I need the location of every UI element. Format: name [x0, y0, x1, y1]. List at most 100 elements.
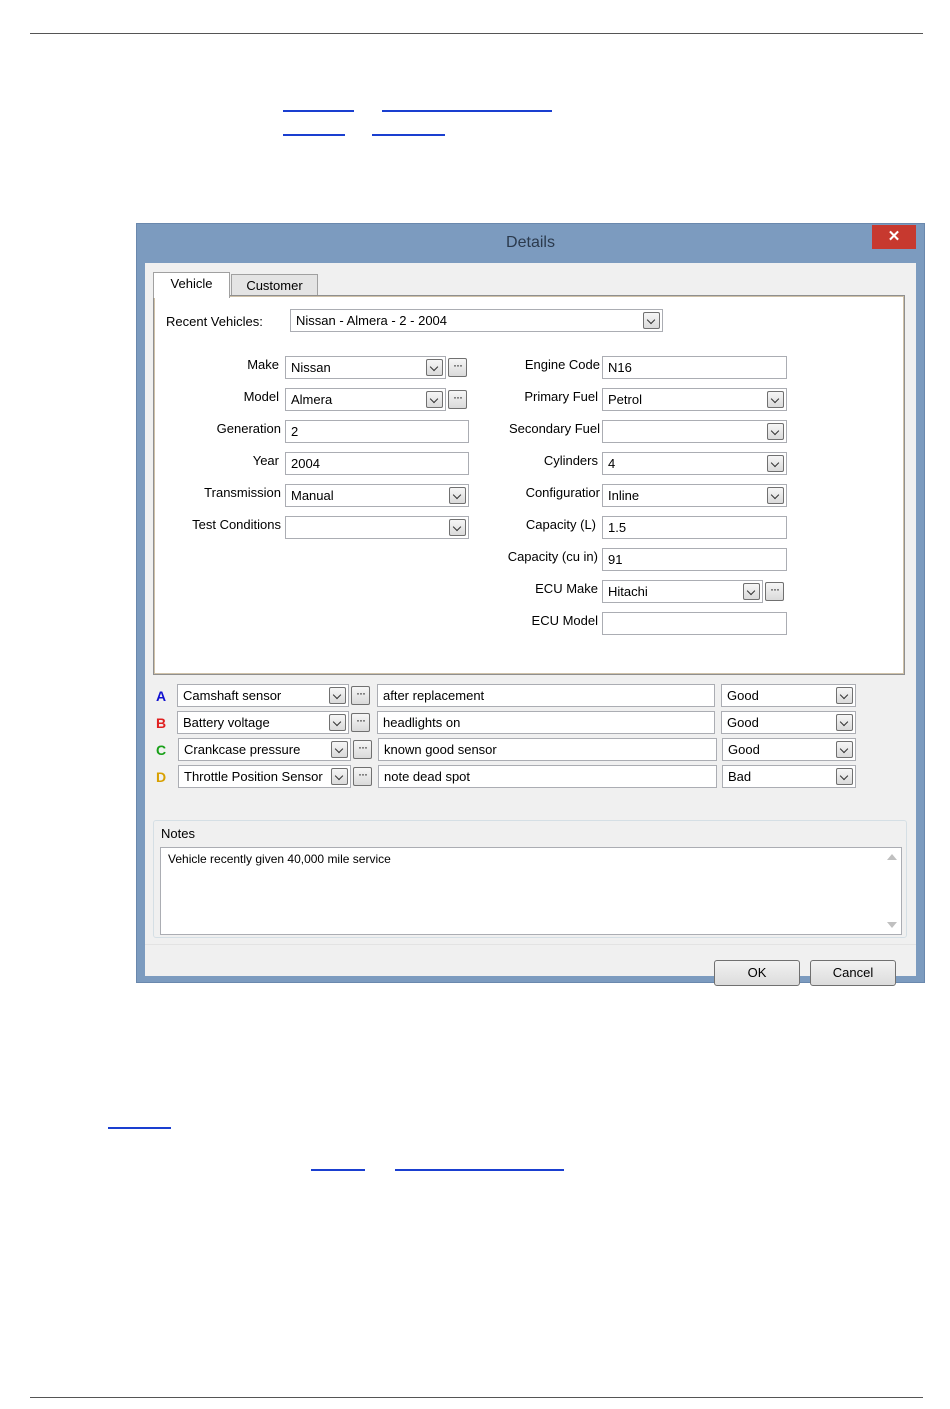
configuration-select[interactable]: Inline — [602, 484, 787, 507]
engine-code-input[interactable]: N16 — [602, 356, 787, 379]
make-select[interactable]: Nissan — [285, 356, 446, 379]
scroll-up-icon[interactable] — [887, 854, 897, 860]
hyperlink[interactable] — [382, 110, 552, 112]
notes-group: Notes Vehicle recently given 40,000 mile… — [153, 820, 907, 938]
status-select[interactable]: Bad — [722, 765, 856, 788]
chevron-down-icon[interactable] — [836, 741, 853, 758]
chevron-down-icon[interactable] — [331, 741, 348, 758]
channel-note-input[interactable]: note dead spot — [378, 765, 717, 788]
channel-note-input[interactable]: known good sensor — [378, 738, 717, 761]
tab-label: Customer — [246, 278, 303, 293]
probe-more-button[interactable]: ··· — [351, 686, 370, 705]
chevron-down-icon[interactable] — [331, 768, 348, 785]
scroll-down-icon[interactable] — [887, 922, 897, 928]
status-value: Good — [727, 688, 759, 703]
generation-label: Generation — [216, 421, 281, 436]
chevron-down-icon[interactable] — [329, 714, 346, 731]
chevron-down-icon[interactable] — [643, 312, 660, 329]
ecu-make-more-button[interactable]: ··· — [765, 582, 784, 601]
recent-vehicles-label: Recent Vehicles: — [166, 314, 263, 329]
chevron-down-icon[interactable] — [767, 487, 784, 504]
dialog-client: Vehicle Customer Recent Vehicles: Nissan… — [145, 263, 916, 986]
channel-letter: D — [156, 769, 167, 785]
transmission-select[interactable]: Manual — [285, 484, 469, 507]
hyperlink[interactable] — [372, 134, 445, 136]
chevron-down-icon[interactable] — [836, 768, 853, 785]
close-button[interactable]: ✕ — [872, 225, 916, 249]
channel-letter: A — [156, 688, 167, 704]
status-value: Good — [727, 715, 759, 730]
capacity-cu-in-input[interactable]: 91 — [602, 548, 787, 571]
tab-vehicle[interactable]: Vehicle — [153, 272, 230, 298]
probe-select[interactable]: Crankcase pressure — [178, 738, 351, 761]
chevron-down-icon[interactable] — [836, 714, 853, 731]
chevron-down-icon[interactable] — [836, 687, 853, 704]
notes-text: Vehicle recently given 40,000 mile servi… — [168, 852, 391, 866]
primary-fuel-value: Petrol — [608, 392, 642, 407]
channel-note-input[interactable]: after replacement — [377, 684, 715, 707]
hyperlink[interactable] — [311, 1169, 365, 1171]
channel-note-input[interactable]: headlights on — [377, 711, 715, 734]
test-conditions-select[interactable] — [285, 516, 469, 539]
probe-value: Crankcase pressure — [184, 742, 301, 757]
ok-button[interactable]: OK — [714, 960, 800, 986]
cylinders-select[interactable]: 4 — [602, 452, 787, 475]
chevron-down-icon[interactable] — [767, 455, 784, 472]
chevron-down-icon[interactable] — [767, 391, 784, 408]
chevron-down-icon[interactable] — [426, 359, 443, 376]
configuration-value: Inline — [608, 488, 640, 503]
capacity-cu-in-label: Capacity (cu in) — [507, 549, 598, 564]
chevron-down-icon[interactable] — [426, 391, 443, 408]
page-bottom-rule — [30, 1397, 923, 1398]
cylinders-value: 4 — [608, 456, 616, 471]
model-label: Model — [243, 389, 279, 404]
transmission-label: Transmission — [204, 485, 281, 500]
probe-select[interactable]: Battery voltage — [177, 711, 349, 734]
details-dialog: Details ✕ Vehicle Customer Recent Vehicl… — [136, 223, 925, 986]
year-label: Year — [252, 453, 279, 468]
recent-vehicles-select[interactable]: Nissan - Almera - 2 - 2004 — [290, 309, 663, 332]
status-value: Good — [728, 742, 760, 757]
transmission-value: Manual — [291, 488, 334, 503]
probe-more-button[interactable]: ··· — [353, 740, 372, 759]
probe-more-button[interactable]: ··· — [353, 767, 372, 786]
secondary-fuel-select[interactable] — [602, 420, 787, 443]
status-select[interactable]: Good — [721, 684, 856, 707]
probe-select[interactable]: Camshaft sensor — [177, 684, 349, 707]
chevron-down-icon[interactable] — [329, 687, 346, 704]
dialog-title: Details — [506, 234, 555, 251]
chevron-down-icon[interactable] — [743, 583, 760, 600]
channel-letter: B — [156, 715, 167, 731]
model-select[interactable]: Almera — [285, 388, 446, 411]
engine-code-label: Engine Code — [524, 357, 600, 372]
ecu-model-label: ECU Model — [531, 613, 598, 628]
generation-input[interactable]: 2 — [285, 420, 469, 443]
capacity-l-input[interactable]: 1.5 — [602, 516, 787, 539]
notes-scrollbar[interactable] — [884, 848, 901, 934]
ecu-model-input[interactable] — [602, 612, 787, 635]
notes-textarea[interactable]: Vehicle recently given 40,000 mile servi… — [160, 847, 902, 935]
year-input[interactable]: 2004 — [285, 452, 469, 475]
hyperlink[interactable] — [108, 1127, 171, 1129]
hyperlink[interactable] — [283, 110, 354, 112]
status-select[interactable]: Good — [721, 711, 856, 734]
primary-fuel-select[interactable]: Petrol — [602, 388, 787, 411]
cylinders-label: Cylinders — [543, 453, 598, 468]
ecu-make-select[interactable]: Hitachi — [602, 580, 763, 603]
probe-select[interactable]: Throttle Position Sensor — [178, 765, 351, 788]
hyperlink[interactable] — [283, 134, 345, 136]
recent-vehicles-value: Nissan - Almera - 2 - 2004 — [296, 313, 448, 328]
status-value: Bad — [728, 769, 752, 784]
vehicle-tab-panel: Recent Vehicles: Nissan - Almera - 2 - 2… — [153, 295, 905, 675]
probe-more-button[interactable]: ··· — [351, 713, 370, 732]
channel-letter: C — [156, 742, 167, 758]
probe-value: Camshaft sensor — [183, 688, 282, 703]
model-value: Almera — [291, 392, 333, 407]
status-select[interactable]: Good — [722, 738, 856, 761]
cancel-button[interactable]: Cancel — [810, 960, 896, 986]
chevron-down-icon[interactable] — [767, 423, 784, 440]
title-bar[interactable]: Details ✕ — [137, 224, 924, 264]
hyperlink[interactable] — [395, 1169, 564, 1171]
secondary-fuel-label: Secondary Fuel — [508, 421, 600, 436]
probe-value: Battery voltage — [183, 715, 270, 730]
